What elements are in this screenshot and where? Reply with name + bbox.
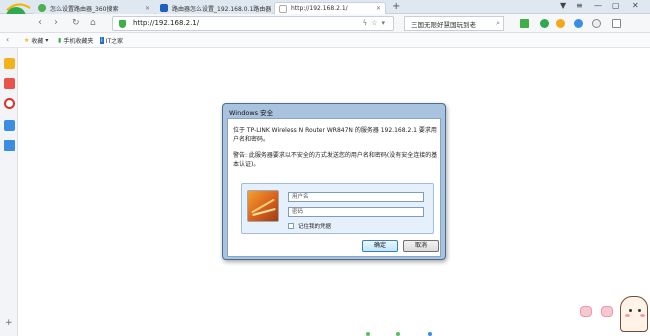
search-icon[interactable]: ⌕	[496, 19, 500, 28]
dropdown-icon[interactable]: ▾	[381, 19, 389, 27]
pig-sticker-icon[interactable]	[601, 306, 613, 317]
skin-icon[interactable]: ▼	[560, 1, 566, 10]
bookmark-star-icon[interactable]: ☆	[371, 19, 381, 27]
weibo-icon[interactable]	[4, 78, 15, 89]
address-actions: ϟ☆▾	[363, 19, 389, 27]
sidebar-toggle-icon[interactable]: ‹	[6, 34, 9, 46]
title-bar: e 怎么设置路由器_360搜索 ✕ 路由器怎么设置_192.168.0.1路由器…	[0, 0, 650, 27]
cartoon-mascot-icon[interactable]	[620, 296, 648, 332]
search-favicon-icon	[38, 4, 46, 12]
url-text[interactable]: http://192.168.2.1/	[133, 19, 199, 27]
bookmark-label: 收藏	[31, 38, 44, 45]
document-icon[interactable]	[4, 140, 15, 151]
bookmark-label: 手机收藏夹	[63, 38, 94, 45]
tab-title: 路由器怎么设置_192.168.0.1路由器	[172, 5, 272, 13]
tab-title: 怎么设置路由器_360搜索	[50, 5, 119, 13]
refresh-icon[interactable]: ↻	[72, 17, 80, 29]
star-icon: ★	[24, 37, 30, 44]
credential-panel: 用户名 密码 记住我的凭据	[241, 183, 434, 234]
apps-icon[interactable]	[556, 19, 565, 28]
search-box[interactable]: 三国无限好慧国玩到老 ⌕	[404, 16, 504, 31]
left-sidebar: +	[0, 48, 18, 336]
bookmark-ithome[interactable]: i IT之家	[100, 36, 123, 45]
menu-icon[interactable]: ≡	[576, 1, 583, 10]
tab-router-guide[interactable]: 路由器怎么设置_192.168.0.1路由器 ✕	[156, 2, 272, 14]
scissors-icon[interactable]	[520, 19, 529, 28]
mail-icon[interactable]	[4, 120, 15, 131]
cancel-button[interactable]: 取消	[403, 240, 439, 252]
ithome-icon: i	[100, 37, 104, 44]
add-sidebar-item-icon[interactable]: +	[5, 318, 13, 328]
menu-grid-icon[interactable]	[612, 19, 621, 28]
bookmarks-bar: ‹ ★ 收藏 ▾ ▮ 手机收藏夹 i IT之家	[0, 33, 650, 48]
site-favicon-icon	[160, 4, 168, 12]
mail-icon[interactable]	[574, 19, 583, 28]
tab-search[interactable]: 怎么设置路由器_360搜索 ✕	[34, 2, 154, 14]
maximize-icon[interactable]: ▢	[612, 1, 620, 10]
user-avatar-icon	[247, 190, 279, 222]
pig-sticker-icon[interactable]	[580, 306, 592, 317]
status-dot-icon	[366, 332, 370, 336]
server-message: 位于 TP-LINK Wireless N Router WR847N 的服务器…	[233, 127, 437, 143]
tab-router-login[interactable]: http://192.168.2.1/ ✕	[274, 2, 386, 14]
undo-icon[interactable]	[592, 19, 601, 28]
status-dot-icon	[428, 332, 432, 336]
remember-checkbox[interactable]	[288, 223, 294, 229]
forward-icon[interactable]: ›	[54, 17, 58, 29]
minimize-icon[interactable]: —	[594, 1, 602, 10]
phone-icon: ▮	[58, 37, 62, 44]
close-window-icon[interactable]: ✕	[632, 1, 639, 10]
windows-security-dialog: Windows 安全 位于 TP-LINK Wireless N Router …	[222, 103, 446, 260]
remember-credentials[interactable]: 记住我的凭据	[288, 222, 331, 230]
chevron-down-icon: ▾	[45, 37, 49, 44]
password-placeholder: 密码	[292, 209, 304, 215]
close-tab-icon[interactable]: ✕	[271, 5, 272, 12]
remember-label: 记住我的凭据	[298, 224, 332, 230]
username-placeholder: 用户名	[292, 194, 309, 200]
search-text[interactable]: 三国无限好慧国玩到老	[411, 19, 476, 29]
favorites-star-icon[interactable]	[4, 58, 15, 69]
bookmark-mobile-favorites[interactable]: ▮ 手机收藏夹	[58, 36, 93, 45]
page-favicon-icon	[279, 4, 287, 13]
bookmark-label: IT之家	[105, 38, 124, 45]
dialog-title: Windows 安全	[229, 109, 274, 117]
username-field[interactable]: 用户名	[288, 192, 424, 202]
close-tab-icon[interactable]: ✕	[372, 5, 381, 12]
back-icon[interactable]: ‹	[38, 17, 42, 29]
status-dot-icon	[396, 332, 400, 336]
bookmark-favorites[interactable]: ★ 收藏 ▾	[24, 36, 48, 45]
eye-icon[interactable]	[4, 98, 15, 109]
navigation-bar: ‹ › ↻ ⌂ http://192.168.2.1/ ϟ☆▾ 三国无限好慧国玩…	[0, 14, 650, 33]
new-tab-icon[interactable]: +	[392, 1, 400, 12]
lightning-icon[interactable]: ϟ	[363, 19, 372, 27]
warning-message: 警告: 此服务器要求以不安全的方式发送您的用户名和密码(没有安全连接的基本认证)…	[233, 152, 438, 168]
close-tab-icon[interactable]: ✕	[141, 5, 150, 12]
tab-title: http://192.168.2.1/	[291, 5, 348, 12]
ok-button[interactable]: 确定	[362, 240, 398, 252]
secure-shield-icon	[119, 20, 126, 28]
translate-icon[interactable]	[540, 19, 549, 28]
dialog-body: 位于 TP-LINK Wireless N Router WR847N 的服务器…	[227, 118, 441, 257]
password-field[interactable]: 密码	[288, 207, 424, 217]
home-icon[interactable]: ⌂	[90, 17, 96, 29]
address-bar[interactable]: http://192.168.2.1/ ϟ☆▾	[112, 16, 394, 31]
